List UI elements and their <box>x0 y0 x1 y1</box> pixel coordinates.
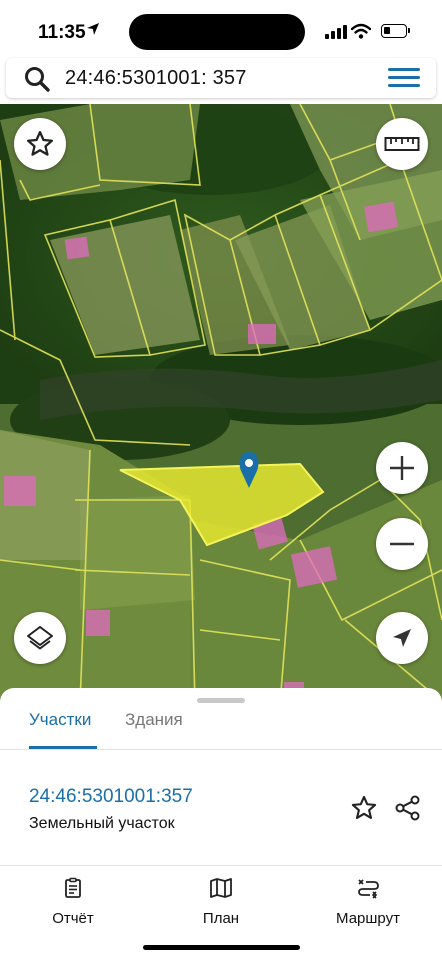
map-view[interactable] <box>0 104 442 704</box>
zoom-in-button[interactable] <box>376 442 428 494</box>
share-icon[interactable] <box>394 794 422 822</box>
star-outline-icon <box>27 131 53 156</box>
tab-parcels[interactable]: Участки <box>29 710 91 730</box>
nav-plan-label: План <box>202 910 240 927</box>
ruler-icon <box>384 137 420 151</box>
nav-report-label: Отчёт <box>52 910 94 927</box>
nav-plan[interactable]: План <box>166 877 276 927</box>
result-divider <box>0 865 442 866</box>
search-icon[interactable] <box>24 66 50 92</box>
minus-icon <box>390 542 414 546</box>
dynamic-island <box>129 14 305 50</box>
tabs-divider <box>0 749 442 750</box>
plus-icon <box>390 456 414 480</box>
navigation-arrow-icon <box>393 629 411 647</box>
ruler-button[interactable] <box>376 118 428 170</box>
favorites-button[interactable] <box>14 118 66 170</box>
location-arrow-icon <box>86 22 100 40</box>
layers-icon <box>27 626 53 650</box>
layers-button[interactable] <box>14 612 66 664</box>
route-icon <box>358 879 379 899</box>
menu-icon[interactable] <box>388 68 420 88</box>
map-icon <box>210 878 232 898</box>
parcel-type-label: Земельный участок <box>29 815 175 832</box>
search-bar[interactable]: 24:46:5301001: 357 <box>6 58 436 98</box>
cellular-signal-icon <box>325 25 347 39</box>
home-indicator[interactable] <box>143 945 300 950</box>
nav-report[interactable]: Отчёт <box>18 877 128 927</box>
sheet-handle[interactable] <box>197 698 245 703</box>
report-icon <box>65 877 81 898</box>
my-location-button[interactable] <box>376 612 428 664</box>
battery-icon <box>381 24 410 38</box>
star-icon[interactable] <box>350 794 378 822</box>
status-time: 11:35 <box>38 22 86 43</box>
zoom-out-button[interactable] <box>376 518 428 570</box>
satellite-map[interactable] <box>0 104 442 704</box>
cadastral-number-link[interactable]: 24:46:5301001:357 <box>29 786 193 808</box>
search-input[interactable]: 24:46:5301001: 357 <box>65 67 247 90</box>
nav-route-label: Маршрут <box>336 910 400 927</box>
wifi-icon <box>351 23 371 39</box>
tab-buildings[interactable]: Здания <box>125 710 183 730</box>
nav-route[interactable]: Маршрут <box>313 877 423 927</box>
status-bar: 11:35 <box>0 0 442 58</box>
